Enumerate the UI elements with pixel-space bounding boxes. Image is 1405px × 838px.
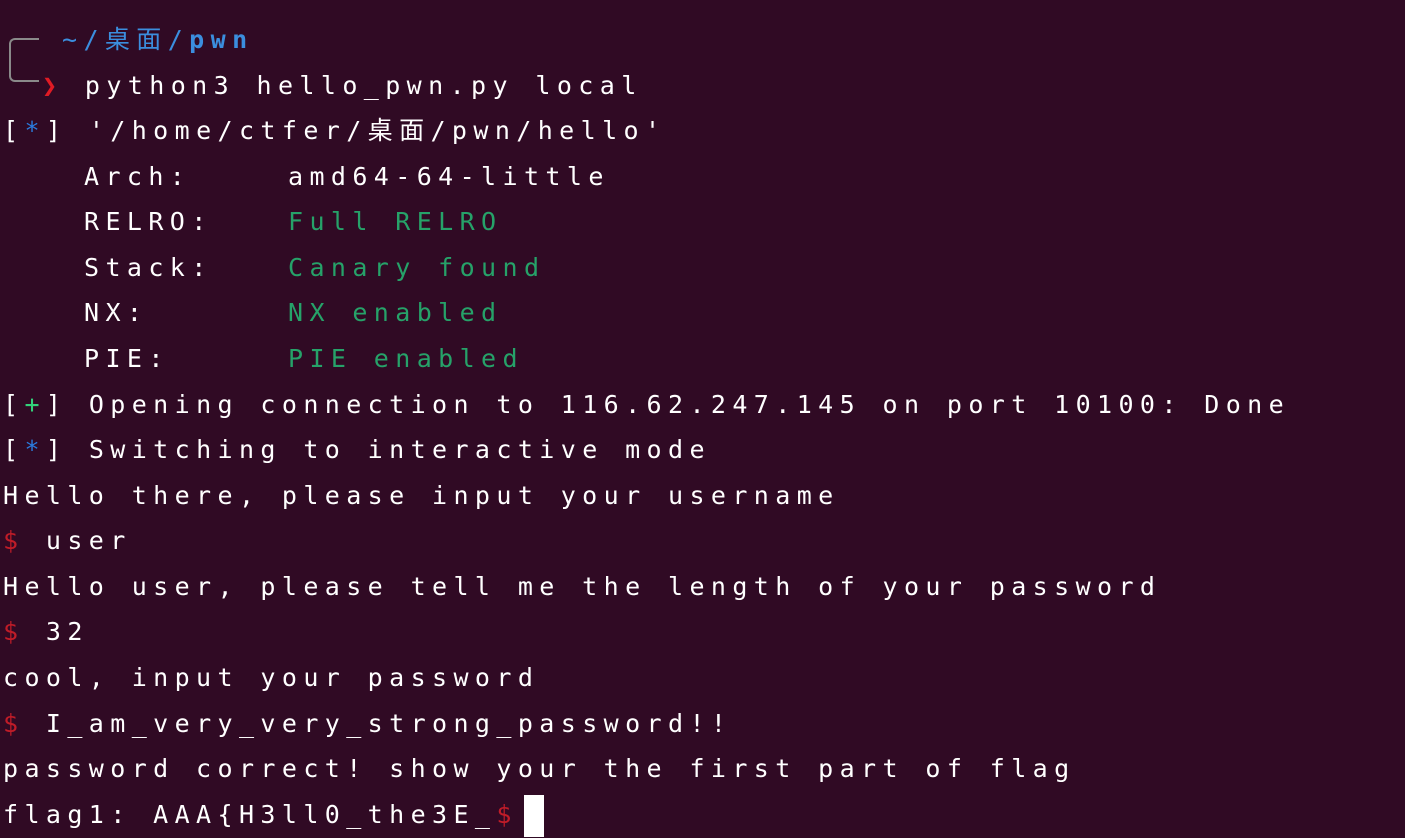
checksec-value: PIE enabled	[288, 344, 524, 373]
marker-close: ]	[45, 116, 68, 145]
checksec-key: Stack:	[84, 253, 213, 282]
checksec-key: RELRO:	[84, 207, 213, 236]
session-flag-line[interactable]: flag1: AAA{H3ll0_the3E_$	[3, 792, 544, 838]
session-input-username: $ user	[3, 521, 132, 561]
checksec-value: amd64-64-little	[288, 162, 610, 191]
shell-prompt-icon: $	[3, 526, 25, 555]
binary-path: '/home/ctfer/桌面/pwn/hello'	[88, 116, 667, 145]
info-marker-icon: *	[24, 116, 46, 145]
prompt-frame	[9, 38, 39, 82]
checksec-key: PIE:	[84, 344, 170, 373]
session-input-password: $ I_am_very_very_strong_password!!	[3, 704, 732, 744]
prompt-separator: /	[83, 25, 105, 54]
marker-close: ]	[45, 390, 68, 419]
checksec-row-pie: PIE: PIE enabled	[84, 339, 524, 379]
marker-close: ]	[45, 435, 68, 464]
marker-open: [	[3, 435, 25, 464]
checksec-row-arch: Arch: amd64-64-little	[84, 157, 610, 197]
session-output-username: Hello there, please input your username	[3, 481, 840, 510]
shell-prompt-icon: $	[3, 709, 25, 738]
session-output-password: cool, input your password	[3, 663, 540, 692]
info-marker-icon: *	[24, 435, 46, 464]
success-marker-icon: +	[24, 390, 46, 419]
user-input: user	[45, 526, 132, 555]
prompt-separator: /	[167, 25, 190, 54]
user-input: 32	[45, 617, 89, 646]
shell-prompt-icon: $	[496, 800, 518, 829]
command-line: ❯ python3 hello_pwn.py local	[42, 66, 643, 106]
checksec-value: Canary found	[288, 253, 546, 282]
checksec-key: Arch:	[84, 162, 192, 191]
status-text: Opening connection to 116.62.247.145 on …	[88, 390, 1291, 419]
flag-text: flag1: AAA{H3ll0_the3E_	[3, 800, 497, 829]
terminal-window[interactable]: ~/桌面/pwn ❯ python3 hello_pwn.py local [*…	[0, 0, 1405, 838]
status-text: Switching to interactive mode	[88, 435, 711, 464]
checksec-row-stack: Stack: Canary found	[84, 248, 545, 288]
prompt-tilde: ~	[62, 25, 84, 54]
prompt-path: ~/桌面/pwn	[62, 20, 254, 60]
status-line-interactive: [*] Switching to interactive mode	[3, 430, 711, 470]
session-output-correct: password correct! show your the first pa…	[3, 754, 1076, 783]
text-cursor[interactable]	[523, 795, 544, 837]
checksec-value: NX enabled	[288, 298, 503, 327]
marker-open: [	[3, 116, 25, 145]
prompt-arrow-icon: ❯	[42, 71, 64, 100]
status-line-connection: [+] Opening connection to 116.62.247.145…	[3, 385, 1290, 425]
marker-open: [	[3, 390, 25, 419]
checksec-row-nx: NX: NX enabled	[84, 293, 503, 333]
shell-prompt-icon: $	[3, 617, 25, 646]
checksec-value: Full RELRO	[288, 207, 503, 236]
command-text: python3 hello_pwn.py local	[84, 71, 643, 100]
session-output-length: Hello user, please tell me the length of…	[3, 572, 1162, 601]
prompt-dir-desktop: 桌面	[104, 25, 168, 54]
prompt-dir-current: pwn	[189, 25, 254, 54]
session-input-length: $ 32	[3, 612, 89, 652]
checksec-key: NX:	[84, 298, 149, 327]
user-input: I_am_very_very_strong_password!!	[45, 709, 733, 738]
checksec-header: [*] '/home/ctfer/桌面/pwn/hello'	[3, 111, 666, 151]
checksec-row-relro: RELRO: Full RELRO	[84, 202, 503, 242]
